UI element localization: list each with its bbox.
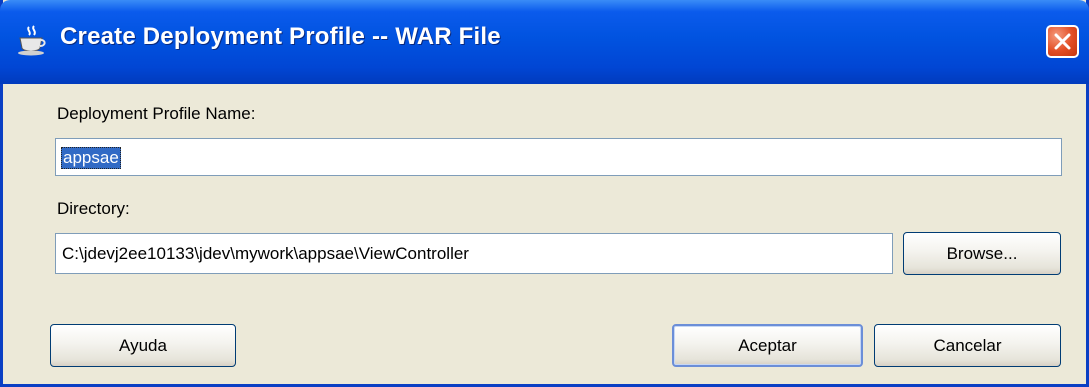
close-icon	[1054, 33, 1071, 50]
title-bar[interactable]: Create Deployment Profile -- WAR File	[0, 0, 1089, 84]
create-deployment-profile-dialog: Create Deployment Profile -- WAR File De…	[0, 0, 1089, 387]
profile-name-label: Deployment Profile Name:	[57, 104, 256, 123]
help-button[interactable]: Ayuda	[50, 324, 236, 367]
directory-label: Directory:	[57, 199, 130, 218]
dialog-title: Create Deployment Profile -- WAR File	[60, 23, 501, 50]
profile-name-input[interactable]: appsae	[55, 138, 1062, 176]
directory-input[interactable]: C:\jdevj2ee10133\jdev\mywork\appsae\View…	[55, 233, 893, 274]
close-button[interactable]	[1046, 25, 1079, 58]
java-cup-icon	[18, 25, 46, 56]
directory-value: C:\jdevj2ee10133\jdev\mywork\appsae\View…	[62, 244, 469, 263]
ok-button[interactable]: Aceptar	[672, 324, 863, 367]
profile-name-value: appsae	[61, 147, 121, 169]
cancel-button[interactable]: Cancelar	[874, 324, 1061, 367]
browse-button[interactable]: Browse...	[903, 232, 1061, 275]
